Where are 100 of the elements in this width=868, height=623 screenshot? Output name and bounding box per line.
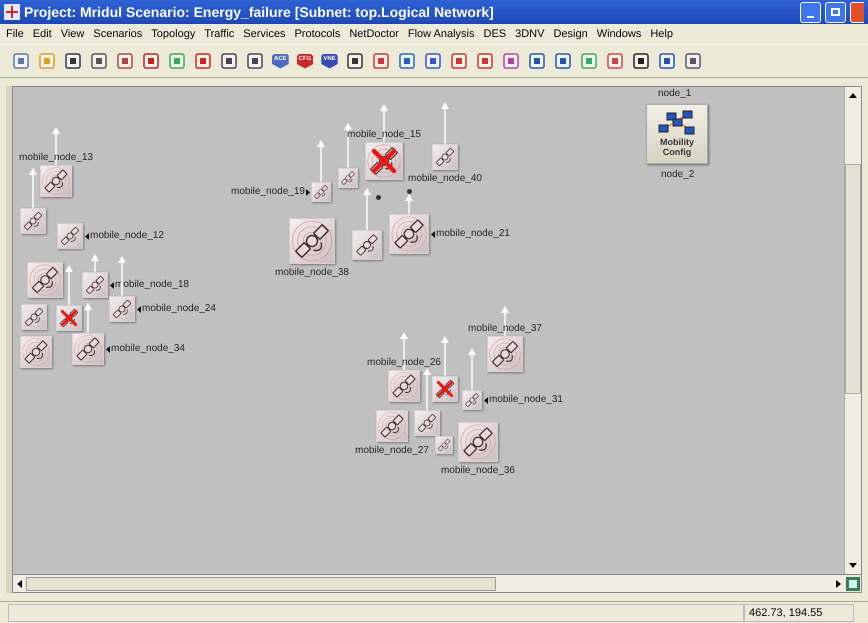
node-label: mobile_node_24 [137, 302, 216, 316]
trajectory-arrow [317, 140, 325, 182]
horizontal-scrollbar[interactable] [13, 575, 845, 592]
satellite-node-icon[interactable] [311, 182, 331, 202]
satellite-node-icon[interactable] [487, 336, 523, 372]
toolbar-tool-icon[interactable] [346, 52, 364, 70]
node-label: mobile_node_21 [431, 227, 510, 241]
minimize-button[interactable] [800, 2, 821, 22]
node-label: node_1 [658, 88, 692, 100]
node-label: mobile_node_38 [275, 266, 349, 280]
scroll-right-icon[interactable] [836, 580, 841, 588]
trajectory-arrow [29, 168, 37, 208]
toolbar-tool-icon[interactable] [90, 52, 108, 70]
menu-item[interactable]: Topology [151, 26, 196, 42]
toolbar-tool-icon[interactable] [554, 52, 572, 70]
node-label: node_2 [661, 168, 694, 182]
toolbar-tool-icon[interactable] [64, 52, 82, 70]
trajectory-arrow [405, 194, 413, 214]
satellite-node-icon[interactable] [435, 436, 453, 454]
menu-item[interactable]: Protocols [294, 26, 340, 42]
menu-item[interactable]: Design [553, 26, 588, 42]
satellite-node-icon[interactable] [109, 296, 135, 322]
trajectory-arrow [84, 303, 92, 333]
node-label: mobile_node_12 [85, 229, 164, 243]
node-label: mobile_node_40 [408, 172, 482, 186]
mobility-config-node[interactable]: Mobility Config [646, 104, 708, 164]
node-label: mobile_node_26 [367, 356, 441, 370]
pointer-icon [106, 346, 110, 352]
satellite-node-icon[interactable] [414, 410, 440, 436]
toolbar-tool-icon[interactable] [684, 52, 702, 70]
app-icon [4, 4, 20, 20]
pointer-icon [484, 396, 488, 404]
satellite-node-icon[interactable] [27, 262, 63, 298]
vertical-scrollbar[interactable] [844, 87, 861, 574]
pointer-icon [110, 282, 114, 288]
node-label: mobile_node_15 [347, 128, 421, 142]
trajectory-arrow [65, 265, 73, 305]
scroll-up-icon[interactable] [849, 93, 857, 98]
scroll-left-icon[interactable] [17, 580, 22, 588]
toolbar-tool-icon[interactable] [246, 52, 264, 70]
satellite-node-icon[interactable] [462, 390, 482, 410]
satellite-node-icon[interactable] [338, 168, 358, 188]
satellite-node-icon[interactable] [82, 272, 108, 298]
trajectory-arrow [441, 102, 449, 144]
trajectory-arrow [91, 254, 99, 272]
trajectory-arrow [423, 368, 431, 410]
node-label: mobile_node_37 [468, 322, 542, 336]
coordinates-readout: 462.73, 194.55 [744, 604, 854, 622]
menu-item[interactable]: File [6, 26, 24, 42]
satellite-node-icon[interactable] [432, 376, 458, 402]
pointer-icon [306, 188, 310, 196]
toolbar-tool-icon[interactable] [220, 52, 238, 70]
node-label: mobile_node_31 [484, 393, 563, 407]
satellite-node-icon[interactable] [376, 410, 408, 442]
menu-item[interactable]: Services [243, 26, 286, 42]
menu-item[interactable]: Windows [596, 26, 642, 42]
satellite-node-icon[interactable] [432, 144, 458, 170]
menu-item[interactable]: 3DNV [515, 26, 544, 42]
node-label: mobile_node_27 [355, 444, 429, 458]
menu-item[interactable]: View [60, 26, 84, 42]
menu-item[interactable]: Traffic [204, 26, 234, 42]
pointer-icon [431, 230, 435, 238]
menu-item[interactable]: Scenarios [93, 26, 142, 42]
menu-item[interactable]: Help [650, 26, 673, 42]
node-label: mobile_node_18 [110, 278, 189, 292]
satellite-node-icon[interactable] [365, 142, 403, 180]
toolbar-tool-icon[interactable] [528, 52, 546, 70]
toolbar-tool-icon[interactable] [658, 52, 676, 70]
satellite-node-icon[interactable] [352, 230, 382, 260]
satellite-node-icon[interactable] [20, 336, 52, 368]
satellite-node-icon[interactable] [458, 422, 498, 462]
trajectory-arrow [441, 336, 449, 376]
satellite-node-icon[interactable] [20, 208, 46, 234]
satellite-node-icon[interactable] [21, 304, 47, 330]
satellite-node-icon[interactable] [289, 218, 335, 264]
scroll-down-icon[interactable] [849, 563, 857, 568]
node-label: mobile_node_36 [441, 464, 515, 478]
menu-item[interactable]: DES [484, 26, 506, 42]
satellite-node-icon[interactable] [56, 305, 82, 331]
close-button[interactable] [850, 2, 864, 22]
node-label: mobile_node_19 [231, 185, 310, 199]
overview-icon[interactable] [845, 576, 861, 592]
node-label: mobile_node_13 [19, 151, 93, 165]
satellite-node-icon[interactable] [388, 370, 420, 402]
trajectory-arrow [363, 188, 371, 230]
window-title: Project: Mridul Scenario: Energy_failure [Subnet: top.Logical Network] [24, 2, 494, 22]
node-label: mobile_node_34 [106, 342, 185, 356]
satellite-node-icon[interactable] [72, 333, 104, 365]
satellite-node-icon[interactable] [57, 223, 83, 249]
node-title: Mobility Config [659, 137, 695, 157]
satellite-node-icon[interactable] [389, 214, 429, 254]
pointer-icon [137, 306, 141, 312]
toolbar-tool-icon[interactable] [632, 52, 650, 70]
maximize-button[interactable] [825, 2, 846, 22]
menu-item[interactable]: Edit [32, 26, 52, 42]
menu-item[interactable]: NetDoctor [349, 26, 399, 42]
satellite-node-icon[interactable] [40, 165, 72, 197]
trajectory-arrow [468, 348, 476, 390]
menu-item[interactable]: Flow Analysis [408, 26, 474, 42]
pointer-icon [85, 232, 89, 240]
